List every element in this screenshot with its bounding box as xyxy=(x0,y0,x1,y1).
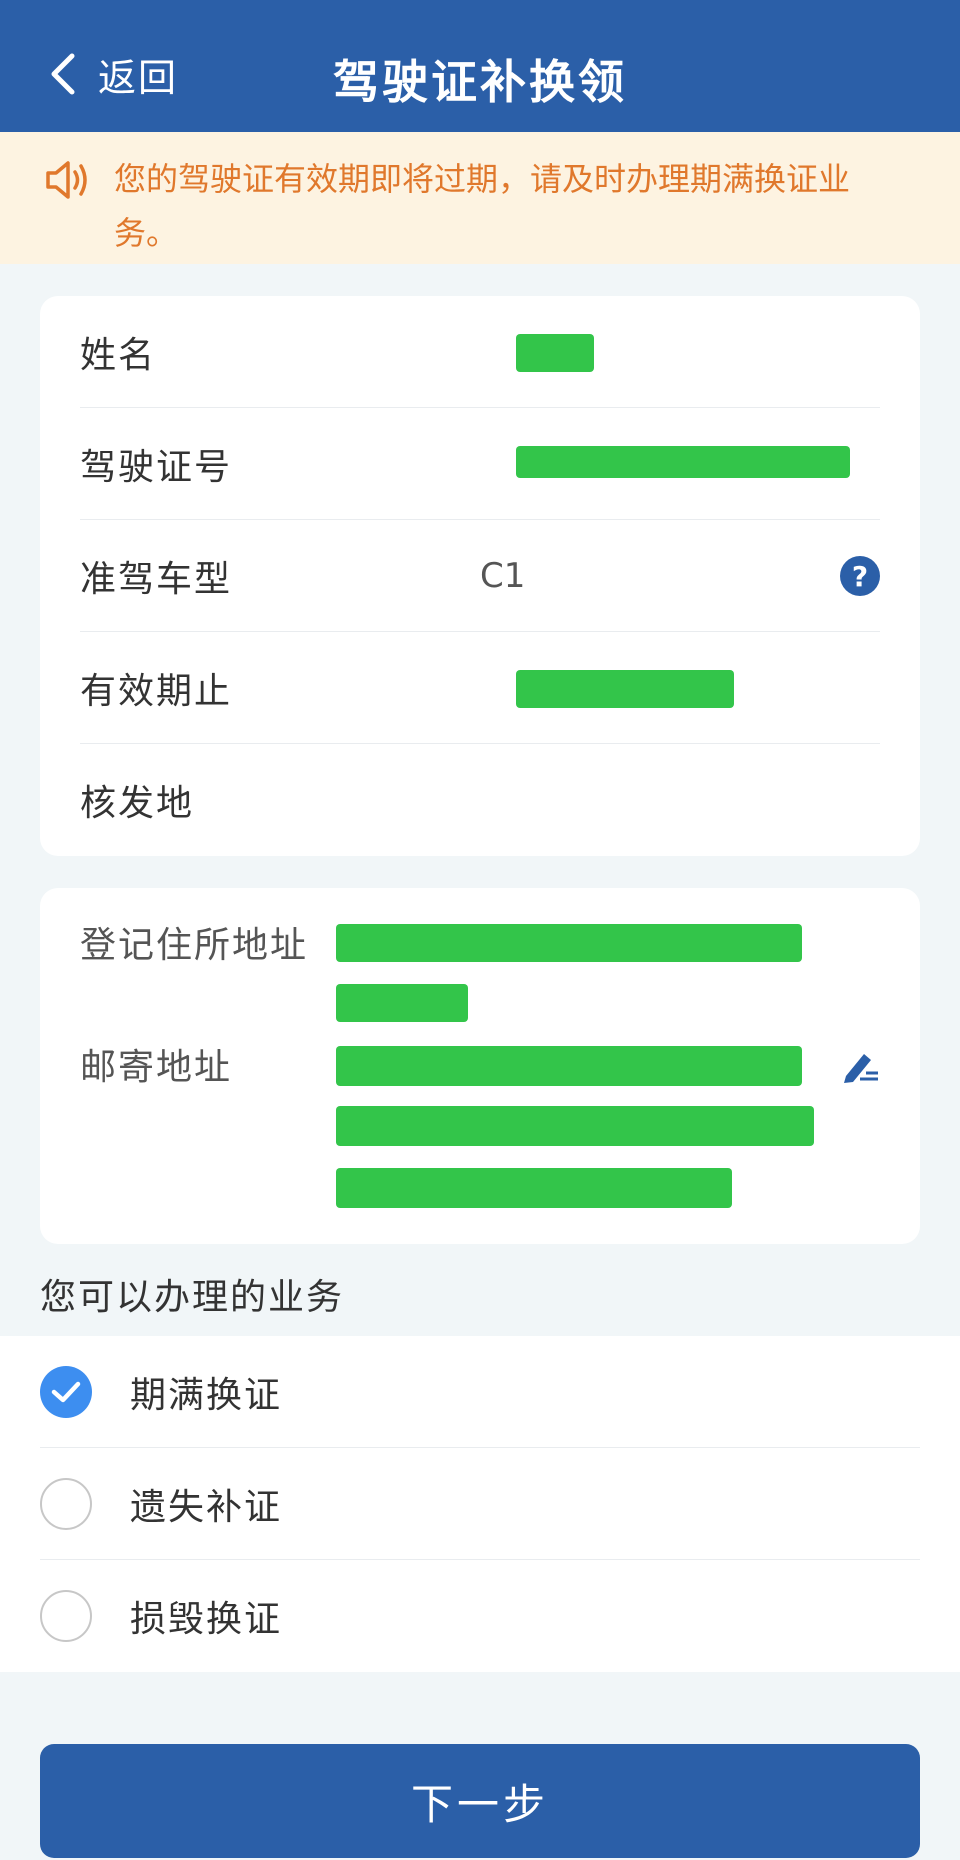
registered-address-label: 登记住所地址 xyxy=(80,925,309,966)
business-options-list: 期满换证 遗失补证 损毁换证 xyxy=(0,1336,960,1672)
license-number-value-redacted xyxy=(516,446,850,478)
registered-address-redacted-line-2 xyxy=(336,984,468,1022)
radio-checked[interactable] xyxy=(40,1366,92,1418)
name-row: 姓名 xyxy=(80,296,880,408)
radio-unchecked[interactable] xyxy=(40,1478,92,1530)
option-renewal-on-expiry[interactable]: 期满换证 xyxy=(40,1336,920,1448)
option-label: 期满换证 xyxy=(130,1375,283,1416)
top-nav-bar: 返回 驾驶证补换领 xyxy=(0,0,960,132)
option-label: 遗失补证 xyxy=(130,1487,283,1528)
mailing-address-label: 邮寄地址 xyxy=(80,1047,233,1088)
license-info-card: 姓名 驾驶证号 准驾车型 C1 ? 有效期止 核发地 xyxy=(40,296,920,856)
issuer-row: 核发地 xyxy=(80,744,880,856)
page-title: 驾驶证补换领 xyxy=(333,55,627,109)
checkmark-icon xyxy=(51,1381,81,1403)
vehicle-class-row: 准驾车型 C1 ? xyxy=(80,520,880,632)
option-damaged-replacement[interactable]: 损毁换证 xyxy=(40,1560,920,1672)
edit-pen-icon[interactable] xyxy=(840,1046,880,1086)
valid-until-row: 有效期止 xyxy=(80,632,880,744)
valid-until-value-redacted xyxy=(516,670,734,708)
issuer-label: 核发地 xyxy=(80,783,195,824)
registered-address-redacted-line-1 xyxy=(336,924,802,962)
address-card: 登记住所地址 邮寄地址 xyxy=(40,888,920,1244)
speaker-icon xyxy=(46,161,87,199)
license-number-row: 驾驶证号 xyxy=(80,408,880,520)
notice-text: 您的驾驶证有效期即将过期，请及时办理期满换证业务。 xyxy=(114,160,851,252)
name-value-redacted xyxy=(516,334,594,372)
name-label: 姓名 xyxy=(80,335,157,376)
mailing-address-redacted-line-2 xyxy=(336,1106,814,1146)
mailing-address-redacted-line-3 xyxy=(336,1168,732,1208)
license-number-label: 驾驶证号 xyxy=(80,447,233,488)
radio-unchecked[interactable] xyxy=(40,1590,92,1642)
vehicle-class-label: 准驾车型 xyxy=(80,559,233,600)
option-label: 损毁换证 xyxy=(130,1599,283,1640)
expiry-notice-banner: 您的驾驶证有效期即将过期，请及时办理期满换证业务。 xyxy=(0,132,960,264)
option-lost-replacement[interactable]: 遗失补证 xyxy=(40,1448,920,1560)
vehicle-class-value: C1 xyxy=(480,556,526,596)
mailing-address-redacted-line-1 xyxy=(336,1046,802,1086)
question-icon[interactable]: ? xyxy=(840,556,880,596)
business-section-title: 您可以办理的业务 xyxy=(40,1277,345,1318)
valid-until-label: 有效期止 xyxy=(80,671,233,712)
next-step-button[interactable]: 下一步 xyxy=(40,1744,920,1858)
